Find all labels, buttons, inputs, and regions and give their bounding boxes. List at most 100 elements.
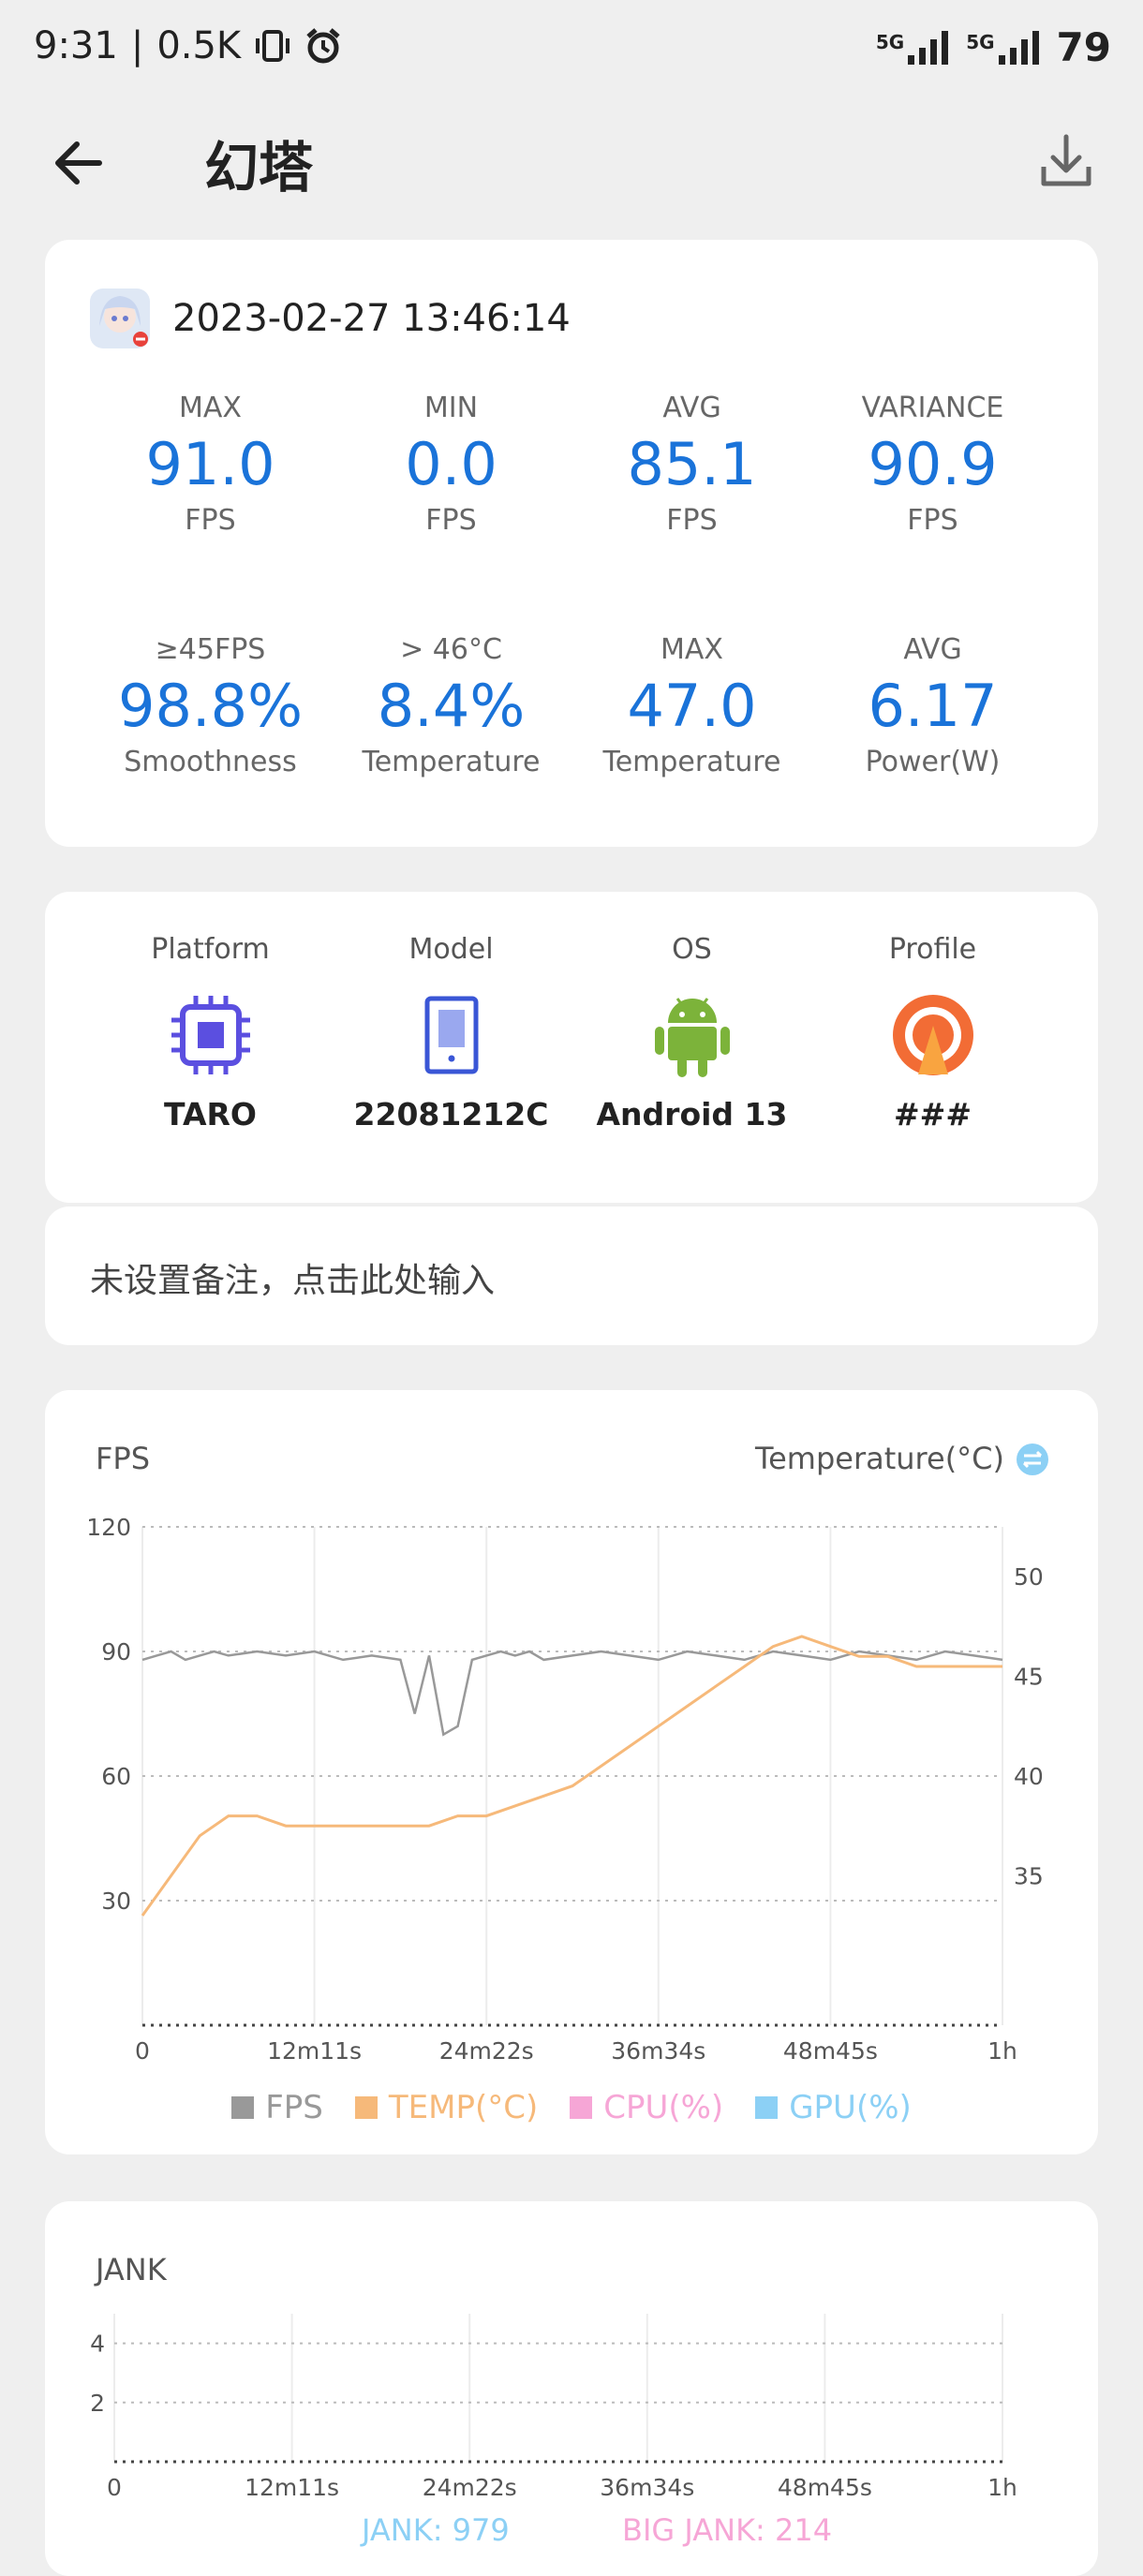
device-model: Model 22081212C	[331, 933, 572, 1133]
x-tick-label: 48m45s	[783, 2037, 878, 2065]
fps-chart-card: FPS Temperature(°C) 0 12m11s 24m22s 36m34s 4…	[45, 1390, 1098, 2154]
phone-icon	[424, 996, 478, 1074]
legend-gpu[interactable]: GPU(%)	[755, 2089, 912, 2126]
legend-swatch	[354, 2096, 378, 2119]
stat-unit: Temperature	[362, 746, 541, 778]
legend-label: CPU(%)	[603, 2089, 724, 2126]
y-tick-label: 120	[86, 1514, 131, 1541]
device-value: 22081212C	[353, 1096, 549, 1133]
legend-fps[interactable]: FPS	[231, 2089, 323, 2126]
alarm-icon	[306, 28, 340, 64]
y2-tick-label: 35	[1014, 1862, 1044, 1889]
summary-card: 2023-02-27 13:46:14 MAX 91.0 FPS MIN 0.0…	[45, 240, 1098, 847]
stat-max-temp: MAX 47.0 Temperature	[572, 631, 812, 781]
status-time: 9:31	[34, 24, 118, 67]
note-input[interactable]: 未设置备注，点击此处输入	[90, 1253, 495, 1302]
legend-swatch	[570, 2096, 593, 2119]
device-value: ###	[894, 1096, 972, 1133]
stat-unit: Temperature	[602, 746, 781, 778]
battery-level: 79	[1056, 24, 1111, 70]
note-card[interactable]: 未设置备注，点击此处输入	[45, 1207, 1098, 1345]
jank-chart: 0 12m11s 24m22s 36m34s 48m45s 1h 2 4	[90, 2314, 1017, 2501]
fps-chart-legend: FPS TEMP(°C) CPU(%) GPU(%)	[45, 2089, 1098, 2126]
status-separator: |	[130, 24, 144, 67]
y2-tick-label: 50	[1014, 1563, 1044, 1591]
device-platform: Platform TARO	[90, 933, 331, 1133]
stat-label: AVG	[903, 633, 962, 666]
x-tick-label: 48m45s	[778, 2474, 872, 2501]
stat-unit: FPS	[425, 504, 477, 537]
jank-chart-title: JANK	[96, 2252, 167, 2287]
download-icon[interactable]	[1040, 133, 1092, 189]
x-tick-label: 0	[135, 2037, 150, 2065]
jank-count: JANK: 979	[362, 2512, 510, 2548]
stat-value: 47.0	[627, 672, 757, 740]
fps-series-line	[141, 1650, 1003, 1737]
signal-5g-2: 5G	[966, 30, 1041, 65]
stat-value: 90.9	[868, 430, 998, 498]
legend-swatch	[755, 2096, 779, 2119]
back-arrow-icon[interactable]	[52, 137, 105, 189]
legend-label: FPS	[265, 2089, 323, 2126]
legend-swatch	[231, 2096, 255, 2119]
session-timestamp: 2023-02-27 13:46:14	[172, 297, 571, 340]
game-app-icon	[90, 289, 150, 348]
device-info-row: Platform TARO Model 22081212C OS Android…	[90, 933, 1053, 1133]
stat-max-fps: MAX 91.0 FPS	[90, 390, 331, 540]
stat-value: 8.4%	[377, 672, 526, 740]
signal-bars-icon	[908, 30, 949, 65]
temp-axis-title: Temperature(°C)	[754, 1441, 1004, 1476]
signal-label-2: 5G	[966, 30, 995, 53]
profile-icon	[892, 995, 973, 1075]
stat-label: MAX	[661, 633, 723, 666]
stats-row-2: ≥45FPS 98.8% Smoothness > 46°C 8.4% Temp…	[90, 631, 1053, 781]
stat-label: AVG	[662, 392, 721, 424]
stat-avg-power: AVG 6.17 Power(W)	[812, 631, 1053, 781]
device-value: Android 13	[596, 1096, 788, 1133]
status-bar: 9:31 | 0.5K 5G 5G 79	[0, 0, 1143, 94]
y-tick-label: 90	[101, 1638, 131, 1666]
stat-label: MAX	[179, 392, 242, 424]
signal-label-1: 5G	[875, 30, 905, 53]
y2-tick-label: 40	[1014, 1763, 1044, 1790]
stat-unit: FPS	[185, 504, 236, 537]
stats-row-1: MAX 91.0 FPS MIN 0.0 FPS AVG 85.1 FPS VA…	[90, 390, 1053, 540]
stat-value: 98.8%	[118, 672, 303, 740]
x-tick-label: 1h	[987, 2474, 1017, 2501]
stat-avg-fps: AVG 85.1 FPS	[572, 390, 812, 540]
stat-label: VARIANCE	[861, 392, 1004, 424]
y-tick-label: 30	[101, 1888, 131, 1915]
y-tick-label: 60	[101, 1763, 131, 1790]
signal-5g-1: 5G	[875, 30, 951, 65]
device-label: Model	[408, 933, 494, 966]
x-tick-label: 12m11s	[245, 2474, 339, 2501]
legend-temp[interactable]: TEMP(°C)	[354, 2089, 538, 2126]
device-label: Profile	[888, 933, 977, 966]
x-tick-label: 24m22s	[423, 2474, 517, 2501]
chip-icon	[171, 996, 250, 1074]
stat-label: MIN	[423, 392, 479, 424]
temp-toggle-icon[interactable]	[1016, 1443, 1049, 1476]
stat-value: 91.0	[145, 430, 275, 498]
y2-tick-label: 45	[1014, 1664, 1044, 1691]
stat-unit: Smoothness	[124, 746, 297, 778]
fps-chart-title: FPS	[96, 1441, 151, 1476]
stat-unit: FPS	[907, 504, 958, 537]
x-tick-label: 0	[107, 2474, 122, 2501]
jank-chart-card: JANK 0 12m11s 24m22s 36m34s 48m45s 1h 2 4 JANK:…	[45, 2201, 1098, 2576]
x-tick-label: 36m34s	[611, 2037, 705, 2065]
x-tick-label: 36m34s	[600, 2474, 694, 2501]
x-tick-label: 24m22s	[439, 2037, 534, 2065]
stat-label: > 46°C	[400, 633, 502, 666]
device-label: Platform	[151, 933, 270, 966]
device-profile: Profile ###	[812, 933, 1053, 1133]
legend-cpu[interactable]: CPU(%)	[570, 2089, 723, 2126]
device-info-card: Platform TARO Model 22081212C OS Android…	[45, 892, 1098, 1203]
stat-smoothness: ≥45FPS 98.8% Smoothness	[90, 631, 331, 781]
status-speed: 0.5K	[156, 24, 242, 67]
fps-chart: 0 12m11s 24m22s 36m34s 48m45s 1h 30 60 90 120 35 40…	[86, 1514, 1044, 2065]
stat-value: 6.17	[868, 672, 998, 740]
signal-bars-icon	[998, 30, 1039, 65]
big-jank-count: BIG JANK: 214	[622, 2512, 833, 2548]
stat-min-fps: MIN 0.0 FPS	[331, 390, 572, 540]
